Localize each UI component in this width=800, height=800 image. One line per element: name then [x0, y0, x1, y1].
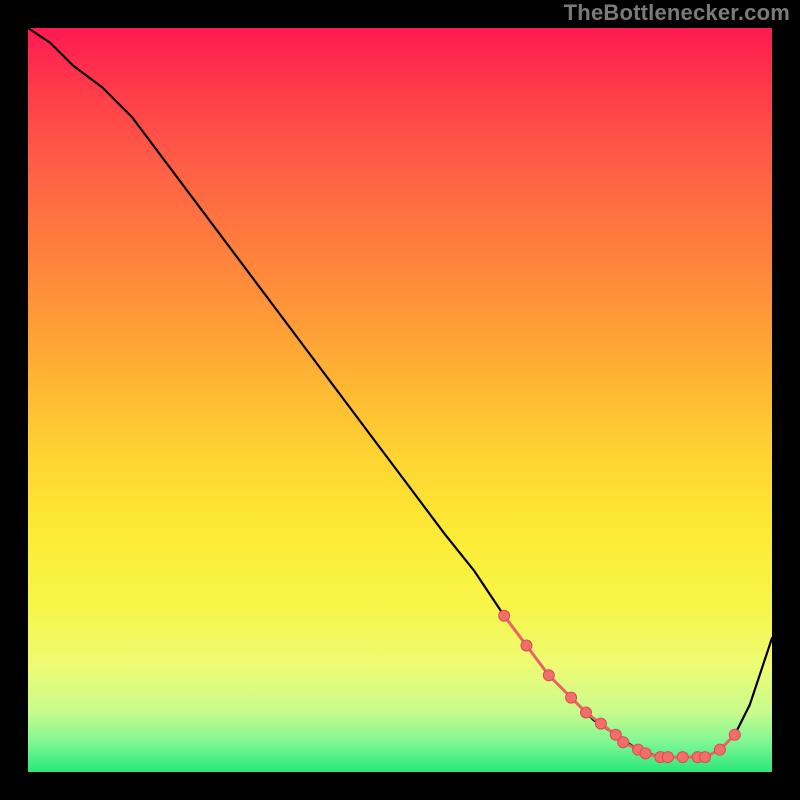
- chart-frame: TheBottlenecker.com: [0, 0, 800, 800]
- chart-svg: [28, 28, 772, 772]
- marker-dot: [729, 729, 740, 740]
- marker-dot: [618, 737, 629, 748]
- marker-dot: [499, 610, 510, 621]
- marker-dot: [521, 640, 532, 651]
- marker-dot: [700, 752, 711, 763]
- marker-dot: [543, 670, 554, 681]
- marker-dot: [714, 744, 725, 755]
- marker-dot: [566, 692, 577, 703]
- marker-dot: [581, 707, 592, 718]
- marker-dots-group: [499, 610, 741, 762]
- marker-dot: [662, 752, 673, 763]
- main-curve: [28, 28, 772, 757]
- watermark-text: TheBottlenecker.com: [564, 0, 790, 26]
- marker-dot: [677, 752, 688, 763]
- marker-dot: [640, 748, 651, 759]
- marker-dot: [595, 718, 606, 729]
